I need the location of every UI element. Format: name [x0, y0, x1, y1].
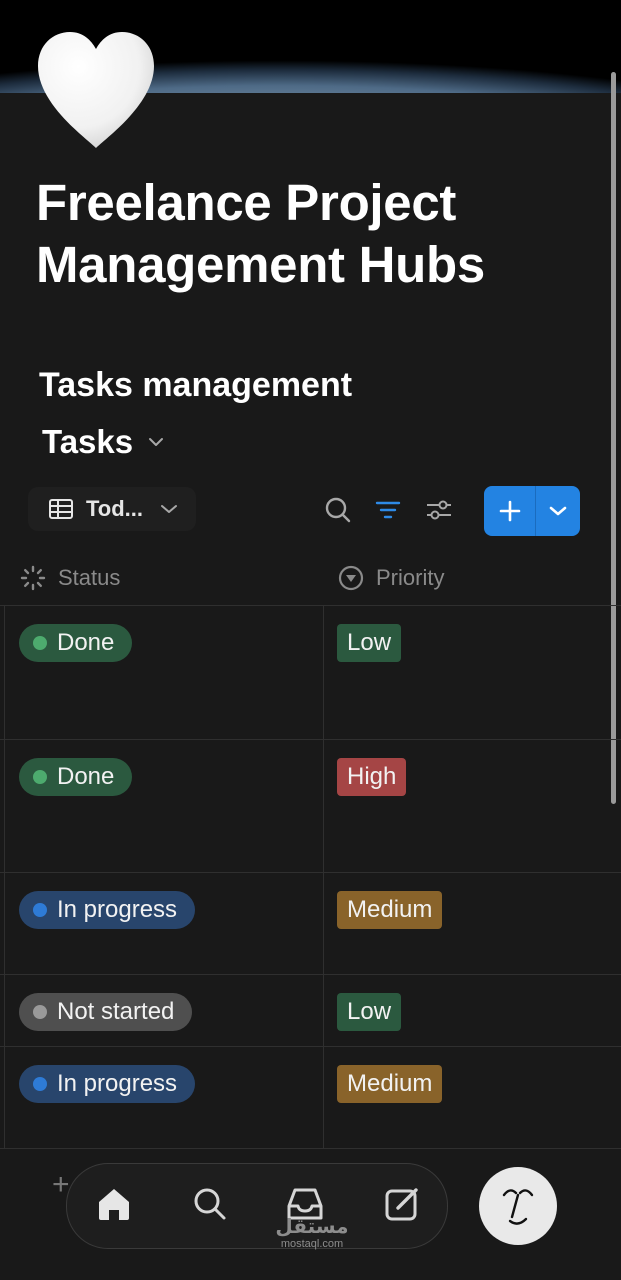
page-title[interactable]: Freelance Project Management Hubs	[36, 172, 596, 296]
status-dot	[33, 770, 47, 784]
white-heart-icon[interactable]	[34, 30, 158, 152]
view-label: Tod...	[86, 496, 144, 521]
priority-tag[interactable]: Low	[337, 624, 402, 662]
status-label: In progress	[57, 1070, 178, 1097]
column-divider	[4, 605, 5, 1148]
bottom-nav-bar	[66, 1163, 448, 1249]
status-badge[interactable]: Not started	[19, 993, 193, 1031]
view-selector[interactable]: Tod...	[28, 487, 196, 531]
priority-label: Low	[347, 629, 392, 656]
row-divider	[0, 872, 621, 873]
database-title-label: Tasks	[42, 423, 134, 460]
status-label: Not started	[57, 998, 175, 1025]
column-divider	[323, 605, 324, 1148]
database-title[interactable]: Tasks	[42, 423, 165, 461]
priority-tag[interactable]: High	[337, 758, 407, 796]
avatar-sketch-face-icon	[502, 1189, 534, 1225]
chevron-down-icon	[549, 506, 567, 516]
row-divider	[0, 1046, 621, 1047]
status-loader-icon	[20, 565, 46, 591]
priority-label: High	[347, 763, 397, 790]
status-badge[interactable]: In progress	[19, 891, 196, 929]
watermark-arabic: مستقل	[275, 1216, 349, 1238]
status-dot	[33, 1005, 47, 1019]
add-button[interactable]	[484, 486, 535, 536]
column-header-status-label: Status	[58, 565, 121, 590]
status-dot	[33, 1077, 47, 1091]
settings-sliders-icon[interactable]	[425, 496, 453, 524]
watermark-latin: mostaql.com	[280, 1238, 344, 1250]
database-toolbar: Tod...	[0, 480, 621, 540]
status-badge[interactable]: Done	[19, 758, 133, 796]
compose-icon[interactable]	[383, 1184, 423, 1224]
chevron-down-icon	[161, 505, 178, 513]
row-divider	[0, 974, 621, 975]
table-icon	[49, 499, 73, 519]
priority-tag[interactable]: Medium	[337, 1065, 443, 1103]
status-label: In progress	[57, 896, 178, 923]
status-badge[interactable]: Done	[19, 624, 133, 662]
status-dot	[33, 636, 47, 650]
row-divider	[0, 1148, 621, 1149]
home-icon[interactable]	[94, 1184, 134, 1224]
row-divider	[0, 739, 621, 740]
status-label: Done	[57, 629, 115, 656]
section-heading[interactable]: Tasks management	[39, 366, 352, 405]
plus-icon	[499, 500, 520, 522]
column-header-priority[interactable]: Priority	[338, 560, 444, 596]
search-icon[interactable]	[190, 1184, 230, 1224]
row-divider	[0, 605, 621, 606]
status-dot	[33, 903, 47, 917]
column-header-priority-label: Priority	[376, 565, 445, 590]
column-header-status[interactable]: Status	[20, 560, 120, 596]
watermark: مستقل mostaql.com	[272, 1216, 352, 1250]
select-property-icon	[338, 565, 364, 591]
search-icon[interactable]	[324, 496, 352, 524]
new-options-button[interactable]	[536, 486, 580, 536]
scrollbar[interactable]	[611, 72, 616, 804]
priority-label: Medium	[347, 1070, 433, 1097]
priority-tag[interactable]: Low	[337, 993, 402, 1031]
user-avatar[interactable]	[479, 1167, 557, 1245]
new-item-button[interactable]	[484, 486, 580, 536]
status-badge[interactable]: In progress	[19, 1065, 196, 1103]
filter-icon[interactable]	[374, 496, 402, 524]
status-label: Done	[57, 763, 115, 790]
priority-label: Medium	[347, 896, 433, 923]
priority-label: Low	[347, 998, 392, 1025]
chevron-down-icon[interactable]	[147, 436, 165, 448]
priority-tag[interactable]: Medium	[337, 891, 443, 929]
